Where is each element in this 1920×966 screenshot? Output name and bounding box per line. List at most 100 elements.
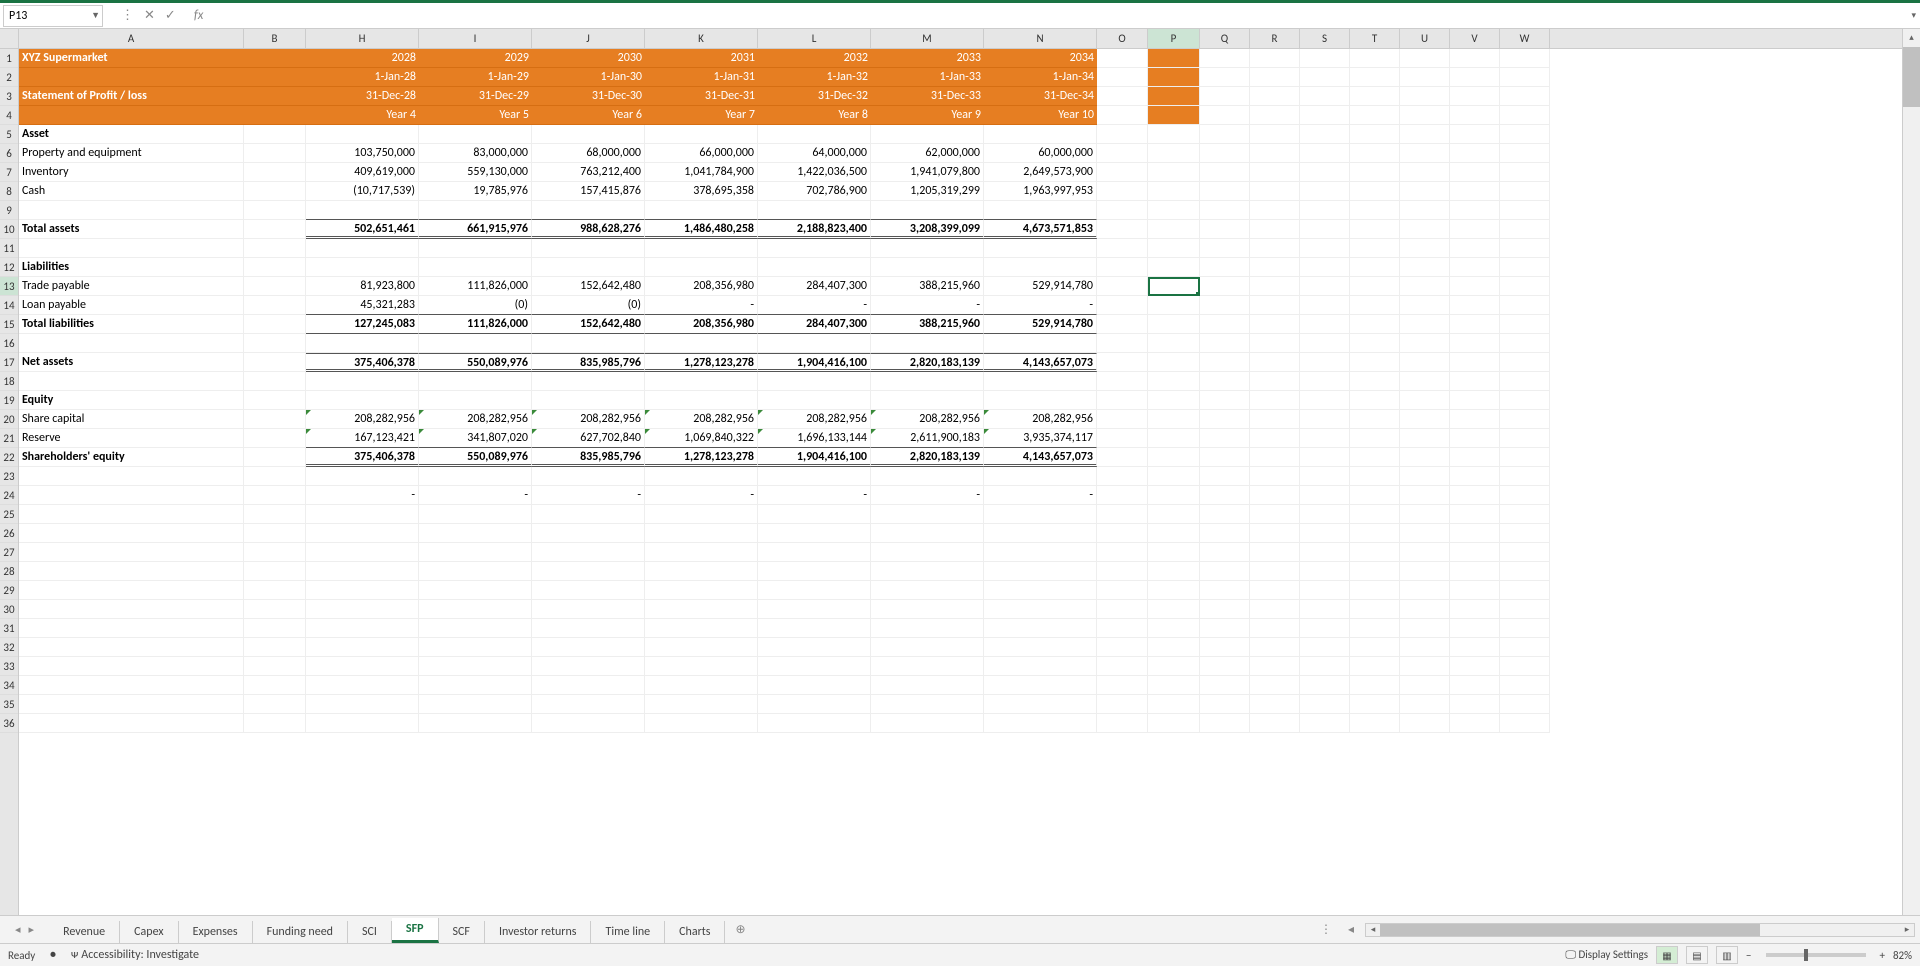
cell[interactable] — [645, 125, 758, 144]
cell[interactable]: 1,696,133,144 — [758, 429, 871, 448]
cell[interactable] — [1148, 106, 1200, 125]
cell[interactable] — [244, 315, 306, 334]
cell[interactable] — [1200, 467, 1250, 486]
cell[interactable] — [758, 600, 871, 619]
cell[interactable] — [1148, 676, 1200, 695]
cell[interactable] — [1148, 600, 1200, 619]
cell[interactable] — [1350, 524, 1400, 543]
cell[interactable] — [758, 125, 871, 144]
cell[interactable] — [419, 600, 532, 619]
row-header-25[interactable]: 25 — [0, 505, 18, 524]
select-all-corner[interactable] — [0, 29, 18, 49]
cell[interactable] — [1400, 220, 1450, 239]
cell[interactable] — [1450, 695, 1500, 714]
cell[interactable]: 2,188,823,400 — [758, 220, 871, 239]
cell[interactable]: - — [645, 296, 758, 315]
cell[interactable] — [1200, 220, 1250, 239]
cell[interactable] — [1300, 315, 1350, 334]
cell[interactable] — [1250, 467, 1300, 486]
tab-nav-prev-icon[interactable]: ◂ — [15, 923, 21, 936]
cell[interactable] — [1400, 315, 1450, 334]
cell[interactable] — [1250, 543, 1300, 562]
cell[interactable]: 81,923,800 — [306, 277, 419, 296]
cell[interactable] — [1200, 562, 1250, 581]
cell[interactable] — [1148, 239, 1200, 258]
cell[interactable] — [19, 68, 244, 87]
cell[interactable] — [1300, 638, 1350, 657]
cell[interactable] — [19, 543, 244, 562]
cell[interactable] — [306, 657, 419, 676]
cell[interactable]: 2030 — [532, 49, 645, 68]
cell[interactable]: - — [984, 296, 1097, 315]
cell[interactable] — [1250, 600, 1300, 619]
cell[interactable]: 68,000,000 — [532, 144, 645, 163]
cell[interactable] — [1250, 619, 1300, 638]
cell[interactable] — [1148, 714, 1200, 733]
tab-nav-next-icon[interactable]: ▸ — [29, 923, 35, 936]
cell[interactable] — [1097, 334, 1148, 353]
cell[interactable]: Liabilities — [19, 258, 244, 277]
cell[interactable] — [1300, 353, 1350, 372]
cell[interactable] — [1450, 353, 1500, 372]
cell[interactable]: (10,717,539) — [306, 182, 419, 201]
cell[interactable] — [1500, 638, 1550, 657]
cell[interactable] — [645, 619, 758, 638]
col-header-K[interactable]: K — [645, 29, 758, 48]
row-header-17[interactable]: 17 — [0, 353, 18, 372]
cell[interactable] — [19, 524, 244, 543]
cell[interactable] — [1097, 657, 1148, 676]
row-header-21[interactable]: 21 — [0, 429, 18, 448]
cell[interactable] — [1250, 410, 1300, 429]
cell[interactable] — [1097, 562, 1148, 581]
zoom-in-icon[interactable]: + — [1880, 949, 1885, 962]
cell[interactable] — [1500, 239, 1550, 258]
cell[interactable] — [419, 676, 532, 695]
cell[interactable] — [1450, 638, 1500, 657]
cell[interactable] — [306, 581, 419, 600]
cell[interactable] — [1300, 429, 1350, 448]
cell[interactable] — [758, 524, 871, 543]
row-header-35[interactable]: 35 — [0, 695, 18, 714]
cell[interactable]: 127,245,083 — [306, 315, 419, 334]
cell[interactable] — [1300, 486, 1350, 505]
cell[interactable] — [1300, 220, 1350, 239]
cell[interactable] — [1350, 353, 1400, 372]
cell[interactable] — [758, 714, 871, 733]
cell[interactable] — [1500, 695, 1550, 714]
cell[interactable] — [1350, 220, 1400, 239]
cell[interactable] — [1350, 144, 1400, 163]
cell[interactable] — [1148, 125, 1200, 144]
cell[interactable] — [1450, 372, 1500, 391]
cell[interactable] — [1450, 277, 1500, 296]
cell[interactable] — [1148, 353, 1200, 372]
cell[interactable] — [1250, 201, 1300, 220]
cell[interactable] — [1500, 714, 1550, 733]
cell[interactable]: 1,205,319,299 — [871, 182, 984, 201]
cell[interactable] — [1500, 277, 1550, 296]
cell[interactable] — [1250, 87, 1300, 106]
cell[interactable] — [419, 714, 532, 733]
cell[interactable] — [244, 87, 306, 106]
cell[interactable] — [1400, 163, 1450, 182]
row-header-23[interactable]: 23 — [0, 467, 18, 486]
cell[interactable] — [984, 505, 1097, 524]
cell[interactable] — [984, 524, 1097, 543]
cell[interactable] — [1350, 600, 1400, 619]
cell[interactable] — [1250, 581, 1300, 600]
cell[interactable]: 1,963,997,953 — [984, 182, 1097, 201]
cell[interactable] — [1200, 315, 1250, 334]
cell[interactable] — [1500, 562, 1550, 581]
cell[interactable] — [1400, 619, 1450, 638]
cell[interactable]: 284,407,300 — [758, 277, 871, 296]
cell[interactable]: 2,820,183,139 — [871, 448, 984, 467]
cell[interactable] — [1200, 448, 1250, 467]
row-header-16[interactable]: 16 — [0, 334, 18, 353]
cell[interactable]: 208,282,956 — [532, 410, 645, 429]
cell[interactable] — [306, 201, 419, 220]
cell[interactable]: 19,785,976 — [419, 182, 532, 201]
cell[interactable] — [1350, 201, 1400, 220]
cell[interactable]: 66,000,000 — [645, 144, 758, 163]
cell[interactable] — [1400, 524, 1450, 543]
cell[interactable]: 4,143,657,073 — [984, 353, 1097, 372]
cell[interactable]: 2033 — [871, 49, 984, 68]
